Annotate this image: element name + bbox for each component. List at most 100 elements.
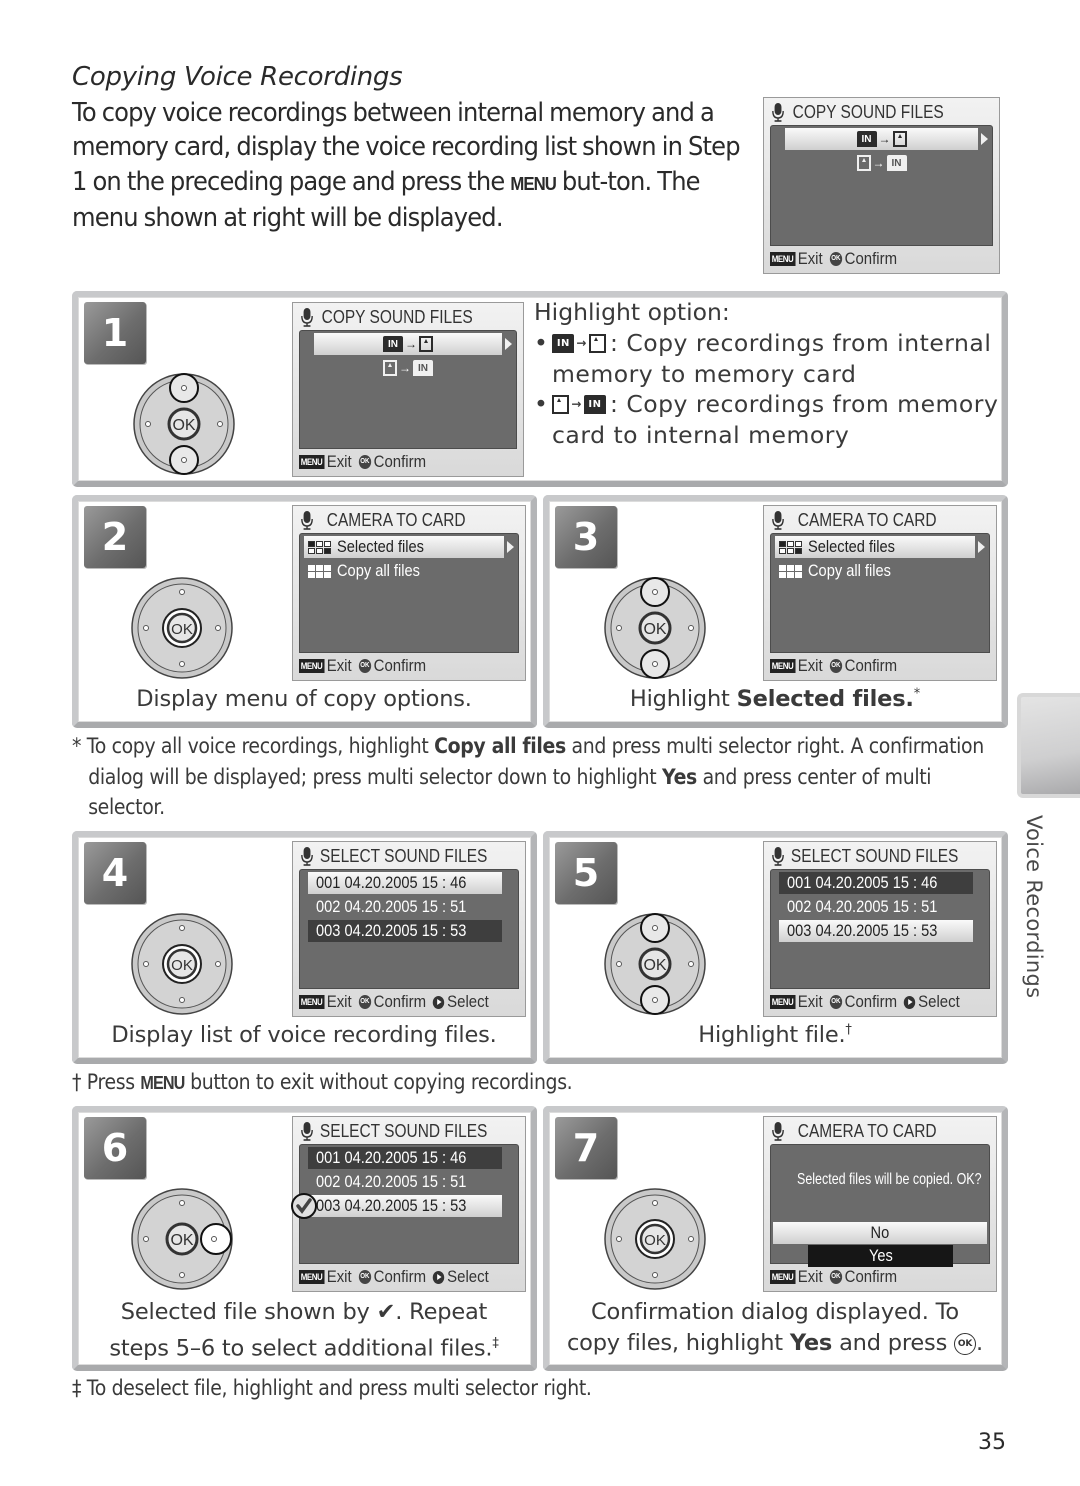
- ok-button-icon: OK: [829, 1270, 843, 1284]
- file-row[interactable]: 003 04.20.2005 15 : 53: [308, 920, 502, 942]
- option-label: Copy all files: [808, 561, 891, 580]
- chevron-right-icon: [978, 541, 985, 553]
- chevron-right-icon: [507, 541, 514, 553]
- step-6-lcd-screen: SELECT SOUND FILES 001 04.20.2005 15 : 4…: [292, 1116, 526, 1292]
- file-row[interactable]: 001 04.20.2005 15 : 46: [779, 872, 973, 894]
- microphone-icon: [772, 511, 784, 530]
- file-row[interactable]: 001 04.20.2005 15 : 46: [308, 1147, 502, 1169]
- lcd-footer: MENU Exit OK Confirm: [770, 654, 897, 678]
- multi-selector-right[interactable]: OK: [130, 1187, 240, 1291]
- select-label: Select: [447, 992, 489, 1011]
- internal-memory-icon: IN: [413, 360, 433, 376]
- caption-text: .: [976, 1330, 983, 1356]
- chevron-right-icon: [981, 133, 988, 145]
- page-number: 35: [978, 1430, 1006, 1455]
- exit-hint: MENU Exit: [770, 1267, 823, 1287]
- bullet-continuation: memory to memory card: [552, 359, 857, 388]
- ok-button-icon: OK: [829, 995, 843, 1009]
- step-2-caption: Display menu of copy options.: [136, 686, 472, 712]
- bullet-text: : Copy recordings from memory: [609, 390, 999, 418]
- bullet-continuation: card to internal memory: [552, 420, 850, 449]
- menu-button-glyph: MENU: [510, 173, 556, 194]
- menu-button-icon: MENU: [299, 995, 325, 1009]
- multi-selector-center[interactable]: OK: [130, 912, 234, 1016]
- option-card-to-in[interactable]: → IN: [785, 152, 978, 174]
- exit-hint: MENU Exit: [299, 992, 352, 1012]
- lcd-display: 001 04.20.2005 15 : 46 002 04.20.2005 15…: [299, 1144, 519, 1264]
- caption-text: copy files, highlight: [566, 1330, 790, 1356]
- confirm-hint: OK Confirm: [829, 992, 897, 1012]
- file-label: 001 04.20.2005 15 : 46: [316, 1148, 467, 1167]
- confirm-label: Confirm: [844, 249, 898, 268]
- option-copy-all-files[interactable]: Copy all files: [775, 560, 975, 582]
- chapter-label-text: Voice Recordings: [1022, 815, 1046, 999]
- arrow-icon: →: [878, 132, 891, 146]
- file-row-selected[interactable]: 003 04.20.2005 15 : 53: [308, 1195, 502, 1217]
- footnote-mark: ‡: [492, 1336, 499, 1351]
- option-copy-all-files[interactable]: Copy all files: [304, 560, 504, 582]
- lcd-title-bar: CAMERA TO CARD: [772, 1119, 961, 1143]
- lcd-display: Selected files Copy all files: [299, 533, 519, 653]
- exit-label: Exit: [326, 992, 352, 1011]
- file-label: 001 04.20.2005 15 : 46: [787, 873, 938, 892]
- intro-paragraph: To copy voice recordings between interna…: [72, 96, 743, 235]
- option-label: Selected files: [808, 537, 895, 556]
- lcd-title-bar: SELECT SOUND FILES: [301, 844, 490, 868]
- note-menu-exit: † Press MENU button to exit without copy…: [72, 1067, 792, 1099]
- chapter-tab: [1017, 693, 1080, 798]
- microphone-icon: [772, 847, 784, 866]
- option-card-to-in[interactable]: → IN: [314, 357, 502, 379]
- step-4-caption: Display list of voice recording files.: [111, 1022, 497, 1048]
- multi-selector-center[interactable]: OK: [603, 1187, 707, 1291]
- ok-button-icon: OK: [954, 1332, 977, 1355]
- exit-label: Exit: [326, 452, 352, 471]
- arrow-icon: →: [576, 336, 587, 350]
- choice-no[interactable]: No: [773, 1222, 987, 1244]
- confirm-hint: OK Confirm: [829, 656, 897, 676]
- file-label: 003 04.20.2005 15 : 53: [316, 921, 467, 940]
- multi-selector-up-down[interactable]: OK: [603, 912, 707, 1016]
- file-row[interactable]: 002 04.20.2005 15 : 51: [779, 896, 973, 918]
- file-row[interactable]: 002 04.20.2005 15 : 51: [308, 1171, 502, 1193]
- exit-hint: MENU Exit: [299, 452, 352, 472]
- multi-selector-center[interactable]: OK: [130, 576, 234, 680]
- choice-yes[interactable]: Yes: [808, 1245, 953, 1267]
- file-row-highlighted[interactable]: 003 04.20.2005 15 : 53: [779, 920, 973, 942]
- step-4-lcd-screen: SELECT SOUND FILES 001 04.20.2005 15 : 4…: [292, 841, 526, 1017]
- ok-label: OK: [171, 957, 193, 974]
- all-files-icon: [308, 564, 331, 578]
- lcd-footer: MENU Exit OK Confirm: [770, 247, 897, 271]
- menu-button-icon: MENU: [770, 252, 796, 266]
- exit-label: Exit: [326, 1267, 352, 1286]
- chevron-right-icon: [505, 338, 512, 350]
- memory-card-icon: [419, 336, 433, 352]
- menu-button-icon: MENU: [299, 455, 325, 469]
- option-selected-files[interactable]: Selected files: [775, 536, 985, 558]
- exit-hint: MENU Exit: [770, 656, 823, 676]
- select-hint: Select: [433, 992, 489, 1012]
- note-text: To deselect file, highlight and press mu…: [81, 1376, 592, 1400]
- exit-hint: MENU Exit: [770, 249, 823, 269]
- choice-label: No: [870, 1223, 890, 1242]
- arrow-icon: →: [399, 361, 411, 375]
- multi-selector-up-down[interactable]: OK: [603, 576, 707, 680]
- memory-card-icon: [552, 394, 570, 414]
- option-selected-files[interactable]: Selected files: [304, 536, 514, 558]
- lcd-title: COPY SOUND FILES: [321, 306, 473, 327]
- card-to-in-icon: → IN: [856, 155, 907, 171]
- in-to-card-icon: IN →: [856, 131, 907, 147]
- menu-button-icon: MENU: [770, 659, 796, 673]
- file-row[interactable]: 002 04.20.2005 15 : 51: [308, 896, 502, 918]
- option-in-to-card[interactable]: IN →: [314, 333, 512, 355]
- selected-files-icon: [308, 540, 331, 554]
- step-1-heading: Highlight option:: [534, 298, 730, 326]
- note-bold: Copy all files: [434, 734, 566, 758]
- file-row[interactable]: 001 04.20.2005 15 : 46: [308, 872, 502, 894]
- footnote-mark: †: [845, 1022, 852, 1038]
- option-in-to-card[interactable]: IN →: [785, 128, 988, 150]
- play-icon: [904, 995, 916, 1009]
- multi-selector-up-down[interactable]: OK: [132, 372, 236, 476]
- exit-hint: MENU Exit: [299, 656, 352, 676]
- ok-button-icon: OK: [358, 995, 372, 1009]
- ok-label: OK: [170, 1232, 193, 1249]
